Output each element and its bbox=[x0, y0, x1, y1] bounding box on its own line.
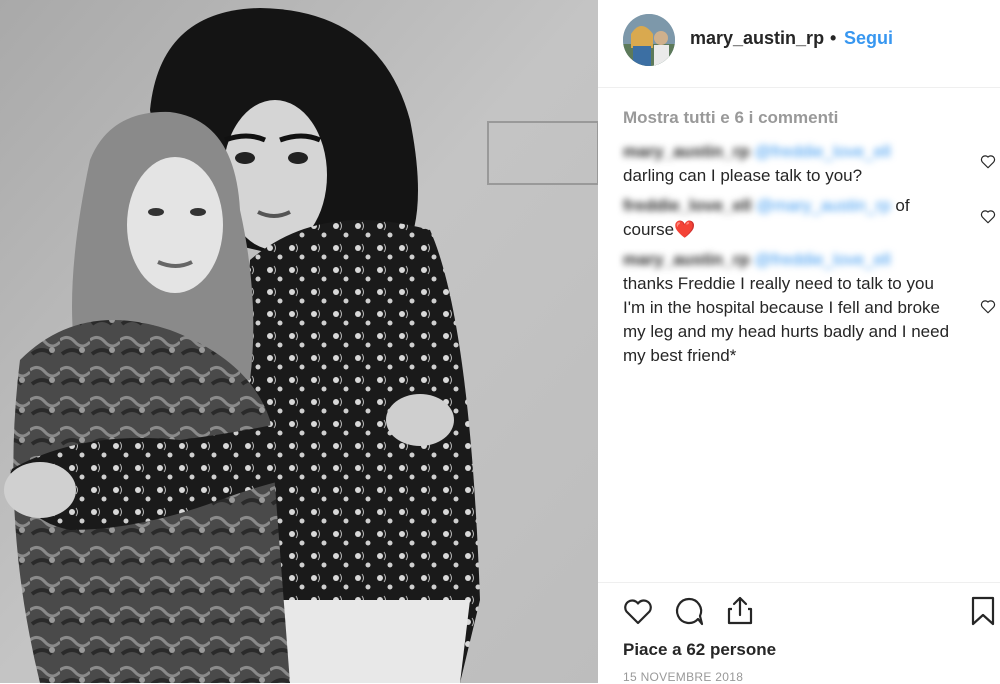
share-upload-icon[interactable] bbox=[723, 594, 757, 628]
comment-text: thanks Freddie I really need to talk to … bbox=[623, 274, 950, 365]
comment-author-line[interactable]: freddie_love_ell @mary_austin_rp bbox=[623, 194, 891, 218]
comment-author[interactable]: mary_austin_rp bbox=[623, 142, 750, 161]
photo-illustration bbox=[0, 0, 598, 683]
small-heart-icon[interactable] bbox=[979, 207, 997, 225]
comment-author[interactable]: freddie_love_ell bbox=[623, 196, 752, 215]
comment-author-line[interactable]: mary_austin_rp @freddie_love_ell bbox=[623, 140, 953, 164]
separator-dot: • bbox=[830, 28, 837, 48]
comment-item: mary_austin_rp @freddie_love_ell darling… bbox=[623, 140, 953, 188]
comment-mention[interactable]: @mary_austin_rp bbox=[756, 196, 890, 215]
small-heart-icon[interactable] bbox=[979, 152, 997, 170]
username[interactable]: mary_austin_rp bbox=[690, 28, 824, 49]
heart-outline-icon[interactable] bbox=[621, 594, 655, 628]
comment-author-line[interactable]: mary_austin_rp @freddie_love_ell bbox=[623, 248, 953, 272]
show-all-comments-link[interactable]: Mostra tutti e 6 i commenti bbox=[623, 108, 838, 128]
comment-text: course bbox=[623, 220, 675, 239]
post-header: mary_austin_rp • Segui bbox=[598, 0, 1000, 88]
comment-text-start: of bbox=[895, 196, 910, 215]
speech-bubble-icon[interactable] bbox=[672, 594, 706, 628]
small-heart-icon[interactable] bbox=[979, 297, 997, 315]
comment-item: mary_austin_rp @freddie_love_ell thanks … bbox=[623, 248, 953, 368]
post-side-panel: mary_austin_rp • Segui Mostra tutti e 6 … bbox=[598, 0, 1000, 684]
comment-mention[interactable]: @freddie_love_ell bbox=[754, 142, 890, 161]
post-photo[interactable] bbox=[0, 0, 598, 683]
avatar-image bbox=[623, 14, 675, 66]
post-date[interactable]: 15 NOVEMBRE 2018 bbox=[623, 670, 743, 684]
comment-author[interactable]: mary_austin_rp bbox=[623, 250, 750, 269]
comment-text: darling can I please talk to you? bbox=[623, 166, 863, 185]
follow-button[interactable]: Segui bbox=[844, 28, 893, 49]
bookmark-icon[interactable] bbox=[966, 594, 1000, 628]
action-bar bbox=[598, 582, 1000, 583]
comment-item: freddie_love_ell @mary_austin_rp of cour… bbox=[623, 194, 953, 242]
avatar[interactable] bbox=[623, 14, 675, 66]
heart-emoji: ❤️ bbox=[674, 220, 696, 239]
comment-mention[interactable]: @freddie_love_ell bbox=[754, 250, 890, 269]
likes-count[interactable]: Piace a 62 persone bbox=[623, 640, 776, 660]
